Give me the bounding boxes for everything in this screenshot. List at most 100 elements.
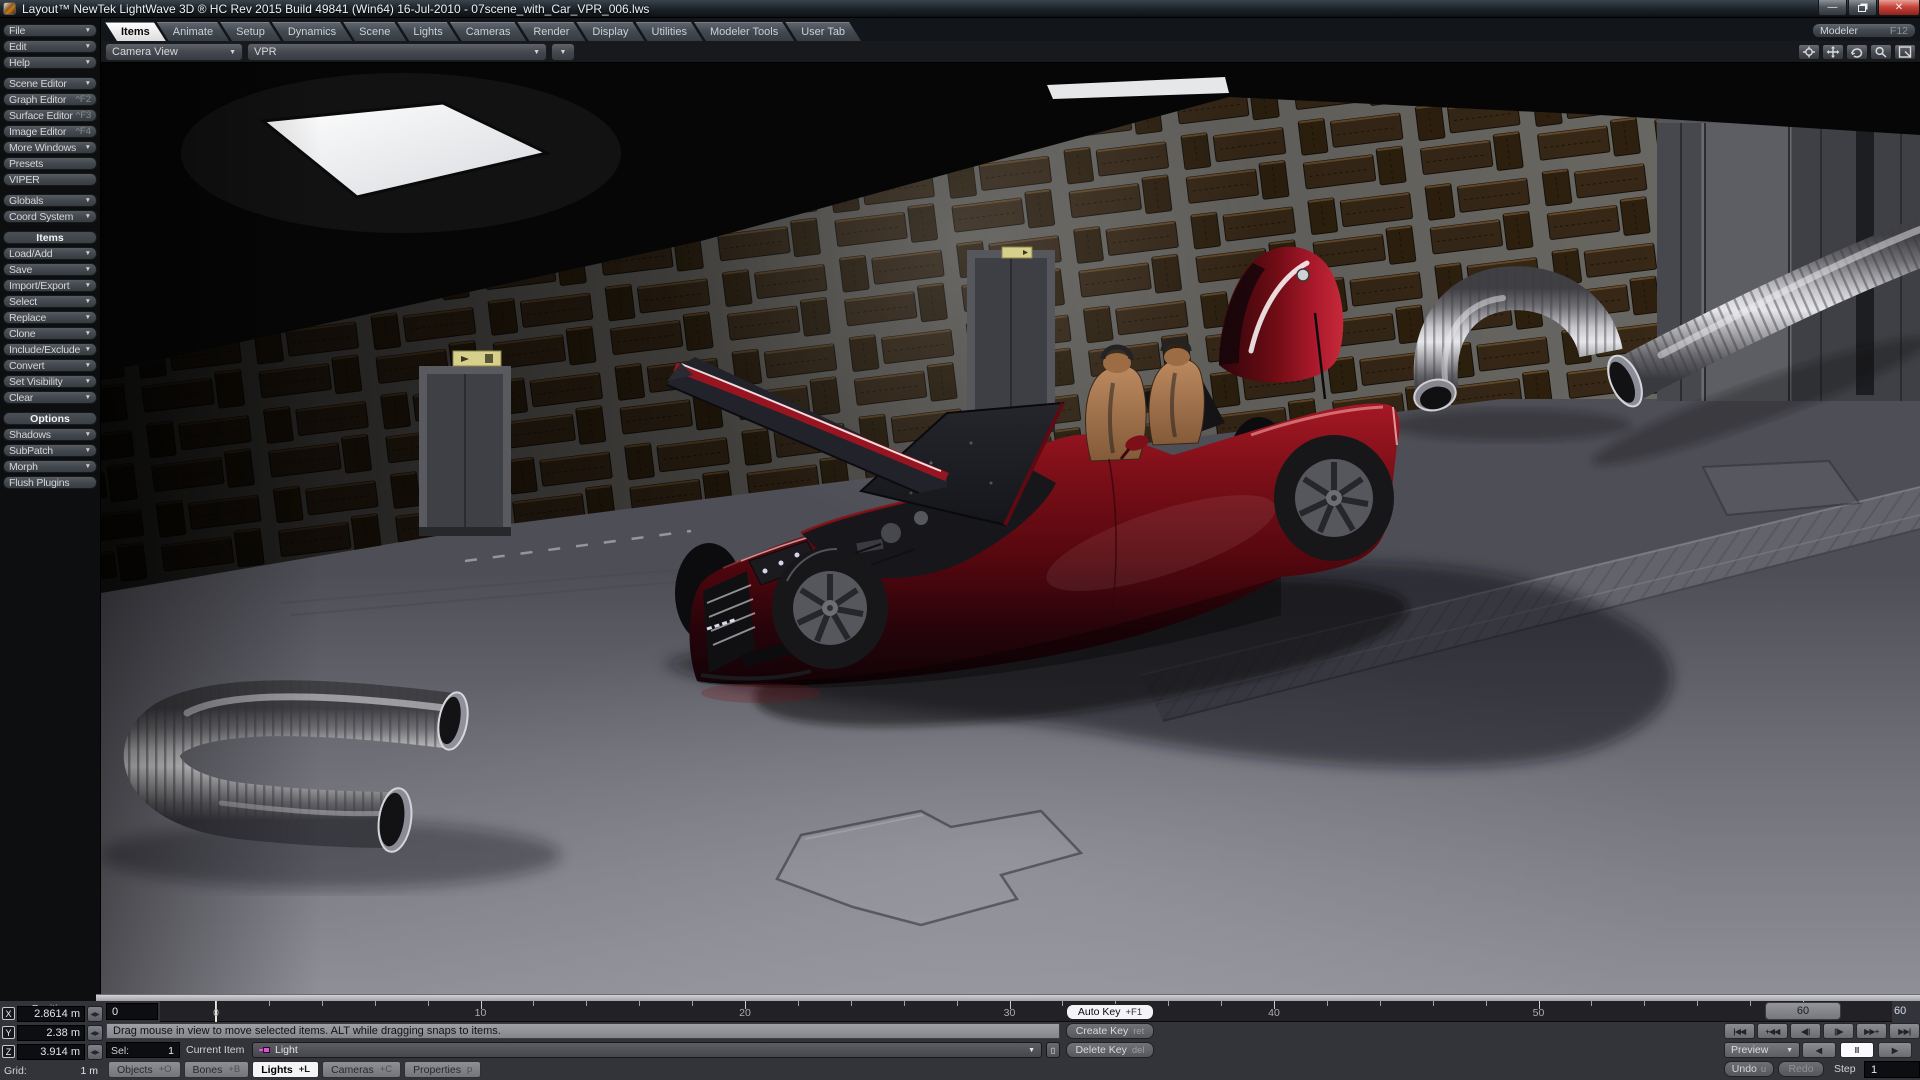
sidebar-item-more-windows[interactable]: More Windows▼ xyxy=(3,141,97,154)
sidebar-item-file[interactable]: File▼ xyxy=(3,24,97,37)
sidebar-item-scene-editor[interactable]: Scene Editor▼ xyxy=(3,77,97,90)
sidebar-item-subpatch[interactable]: SubPatch▼ xyxy=(3,444,97,457)
ruler-tick xyxy=(375,1001,376,1006)
current-item-dropdown[interactable]: Light ▼ xyxy=(252,1042,1042,1058)
tab-items[interactable]: Items xyxy=(105,22,166,41)
timeline-end-frame[interactable]: 60 xyxy=(1894,1003,1920,1020)
move-button[interactable] xyxy=(1798,44,1820,60)
main-tab-bar: ItemsAnimateSetupDynamicsSceneLightsCame… xyxy=(101,18,1920,41)
create-key-button[interactable]: Create Keyret xyxy=(1066,1023,1154,1039)
tab-scene[interactable]: Scene xyxy=(343,22,406,41)
chevron-down-icon: ▼ xyxy=(85,378,91,385)
sidebar-item-select[interactable]: Select▼ xyxy=(3,295,97,308)
sidebar-item-globals[interactable]: Globals▼ xyxy=(3,194,97,207)
tab-render[interactable]: Render xyxy=(517,22,585,41)
tab-modeler-tools[interactable]: Modeler Tools xyxy=(694,22,794,41)
chevron-down-icon: ▼ xyxy=(85,27,91,34)
tab-dynamics[interactable]: Dynamics xyxy=(272,22,352,41)
axis-value-x[interactable]: 2.8614 m xyxy=(17,1006,85,1022)
sidebar-item-surface-editor[interactable]: Surface Editor^F3 xyxy=(3,109,97,122)
renderer-dropdown[interactable]: VPR ▼ xyxy=(247,43,547,61)
sidebar-item-morph[interactable]: Morph▼ xyxy=(3,460,97,473)
sidebar-item-save[interactable]: Save▼ xyxy=(3,263,97,276)
item-list-button[interactable]: ▯ xyxy=(1046,1042,1060,1058)
play-backward-button[interactable]: ◀ xyxy=(1802,1042,1836,1058)
prev-frame-button[interactable]: ◀|| xyxy=(1790,1023,1821,1039)
sidebar-item-replace[interactable]: Replace▼ xyxy=(3,311,97,324)
pan-button[interactable] xyxy=(1822,44,1844,60)
sidebar-item-image-editor[interactable]: Image Editor^F4 xyxy=(3,125,97,138)
item-type-bones[interactable]: Bones+B xyxy=(184,1061,250,1078)
ruler-tick xyxy=(1327,1001,1328,1006)
tab-animate[interactable]: Animate xyxy=(157,22,229,41)
go-last-frame-button[interactable]: ▶▶| xyxy=(1889,1023,1920,1039)
sidebar-item-set-visibility[interactable]: Set Visibility▼ xyxy=(3,375,97,388)
auto-key-button[interactable]: Auto Key+F1 xyxy=(1066,1004,1154,1020)
fit-button[interactable] xyxy=(1894,44,1916,60)
pause-button[interactable]: II xyxy=(1840,1042,1874,1058)
sidebar-item-load-add[interactable]: Load/Add▼ xyxy=(3,247,97,260)
sidebar-item-clear[interactable]: Clear▼ xyxy=(3,391,97,404)
sidebar-item-import-export[interactable]: Import/Export▼ xyxy=(3,279,97,292)
tab-user-tab[interactable]: User Tab xyxy=(785,22,861,41)
step-field[interactable]: 1 xyxy=(1864,1061,1920,1078)
item-type-objects[interactable]: Objects+O xyxy=(108,1061,181,1078)
item-type-properties[interactable]: Propertiesp xyxy=(404,1061,481,1078)
timeline-range-handle[interactable]: 60 xyxy=(1765,1002,1841,1020)
sidebar-item-help[interactable]: Help▼ xyxy=(3,56,97,69)
sidebar-item-convert[interactable]: Convert▼ xyxy=(3,359,97,372)
sidebar-item-include-exclude[interactable]: Include/Exclude▼ xyxy=(3,343,97,356)
sidebar-item-flush-plugins[interactable]: Flush Plugins xyxy=(3,476,97,489)
axis-label-z: Z xyxy=(2,1045,15,1058)
sidebar-item-label: Edit xyxy=(9,41,26,53)
sidebar-item-label: Globals xyxy=(9,195,43,207)
scene-render[interactable] xyxy=(101,63,1920,994)
preview-dropdown[interactable]: Preview ▼ xyxy=(1724,1042,1800,1058)
modeler-button-shortcut: F12 xyxy=(1890,25,1908,37)
item-type-cameras[interactable]: Cameras+C xyxy=(322,1061,401,1078)
axis-stepper-x[interactable]: ◀▶ xyxy=(87,1006,103,1022)
axis-value-z[interactable]: 3.914 m xyxy=(17,1044,85,1060)
next-key-button[interactable]: ▶▶+ xyxy=(1856,1023,1887,1039)
current-frame-field[interactable]: 0 xyxy=(106,1003,158,1020)
close-button[interactable]: ✕ xyxy=(1878,0,1920,16)
sidebar-item-presets[interactable]: Presets xyxy=(3,157,97,170)
tab-lights[interactable]: Lights xyxy=(397,22,458,41)
sel-count: 1 xyxy=(168,1045,174,1057)
undo-button[interactable]: Undo u xyxy=(1724,1061,1774,1077)
sidebar-item-edit[interactable]: Edit▼ xyxy=(3,40,97,53)
viewport-options-dropdown[interactable]: ▼ xyxy=(551,43,575,61)
tab-utilities[interactable]: Utilities xyxy=(636,22,703,41)
sidebar-item-coord-system[interactable]: Coord System▼ xyxy=(3,210,97,223)
sidebar-item-shadows[interactable]: Shadows▼ xyxy=(3,428,97,441)
sidebar-item-clone[interactable]: Clone▼ xyxy=(3,327,97,340)
modeler-button[interactable]: Modeler F12 xyxy=(1812,23,1916,38)
prev-key-button[interactable]: +◀◀ xyxy=(1757,1023,1788,1039)
tab-cameras[interactable]: Cameras xyxy=(450,22,527,41)
sidebar-item-label: Include/Exclude xyxy=(9,344,80,356)
timeline-scrollbar[interactable] xyxy=(96,994,1920,1001)
axis-value-y[interactable]: 2.38 m xyxy=(17,1025,85,1041)
timeline-ruler[interactable]: 010203040506060 xyxy=(160,1001,1892,1022)
title-bar[interactable]: Layout™ NewTek LightWave 3D ® HC Rev 201… xyxy=(0,0,1920,18)
tab-display[interactable]: Display xyxy=(576,22,644,41)
go-first-frame-button[interactable]: |◀◀ xyxy=(1724,1023,1755,1039)
restore-button[interactable] xyxy=(1848,0,1877,16)
play-forward-button[interactable]: ▶ xyxy=(1878,1042,1912,1058)
axis-stepper-y[interactable]: ◀▶ xyxy=(87,1025,103,1041)
rotate-button[interactable] xyxy=(1846,44,1868,60)
sidebar-item-label: Save xyxy=(9,264,32,276)
chevron-down-icon: ▼ xyxy=(85,59,91,66)
minimize-button[interactable]: — xyxy=(1818,0,1847,16)
item-type-lights[interactable]: Lights+L xyxy=(252,1061,319,1078)
tab-setup[interactable]: Setup xyxy=(220,22,281,41)
viewport-3d[interactable] xyxy=(101,63,1920,994)
next-frame-button[interactable]: ||▶ xyxy=(1823,1023,1854,1039)
zoom-button[interactable] xyxy=(1870,44,1892,60)
redo-button[interactable]: Redo xyxy=(1778,1061,1824,1077)
axis-stepper-z[interactable]: ◀▶ xyxy=(87,1044,103,1060)
sidebar-item-viper[interactable]: VIPER xyxy=(3,173,97,186)
delete-key-button[interactable]: Delete Keydel xyxy=(1066,1042,1154,1058)
view-mode-dropdown[interactable]: Camera View ▼ xyxy=(105,43,243,61)
sidebar-item-graph-editor[interactable]: Graph Editor^F2 xyxy=(3,93,97,106)
